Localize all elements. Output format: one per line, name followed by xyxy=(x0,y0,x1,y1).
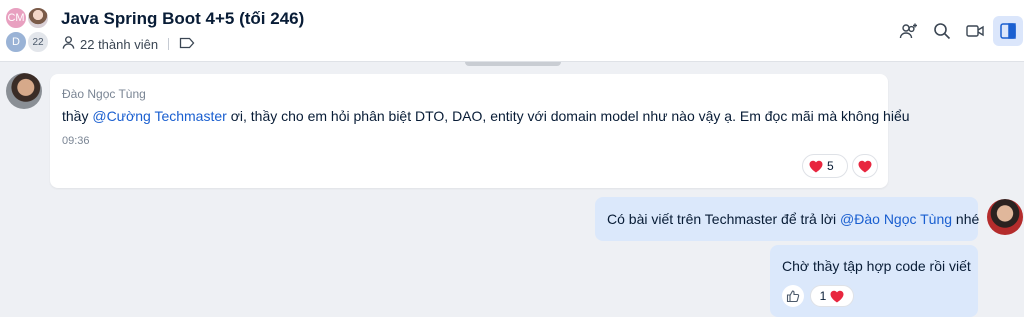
heart-icon xyxy=(830,290,844,303)
reaction-count: 1 xyxy=(819,289,827,303)
outgoing-message[interactable]: Chờ thầy tập hợp code rồi viết 1 xyxy=(770,245,978,317)
message-text: thầy @Cường Techmaster ơi, thầy cho em h… xyxy=(62,108,910,124)
member-info[interactable]: 22 thành viên xyxy=(61,35,195,53)
sender-name: Đào Ngọc Tùng xyxy=(62,87,146,101)
member-avatar-photo xyxy=(26,6,50,30)
add-member-button[interactable] xyxy=(894,16,924,46)
message-text: Chờ thầy tập hợp code rồi viết xyxy=(782,258,971,274)
message-text-part: thầy xyxy=(62,108,93,124)
member-avatar: CM xyxy=(4,6,28,30)
reaction-summary[interactable]: 5 xyxy=(802,154,848,178)
reaction-summary[interactable]: 1 xyxy=(810,285,854,307)
group-title: Java Spring Boot 4+5 (tối 246) xyxy=(61,9,305,28)
outgoing-message[interactable]: Có bài viết trên Techmaster để trả lời @… xyxy=(595,197,979,241)
video-camera-icon xyxy=(966,25,984,37)
like-button[interactable] xyxy=(782,285,804,307)
message-time: 09:36 xyxy=(62,135,90,147)
message-text-part: ơi, thầy cho em hỏi phân biệt DTO, DAO, … xyxy=(226,108,910,124)
mention-link[interactable]: @Đào Ngọc Tùng xyxy=(840,211,952,227)
heart-icon xyxy=(858,160,872,173)
react-heart-button[interactable] xyxy=(852,154,878,178)
search-icon xyxy=(934,23,951,40)
tag-icon[interactable] xyxy=(179,37,195,52)
sender-avatar[interactable] xyxy=(6,73,42,109)
reaction-count: 5 xyxy=(827,159,834,173)
chat-header: CM D 22 Java Spring Boot 4+5 (tối 246) 2… xyxy=(0,0,1024,62)
scroll-indicator[interactable] xyxy=(465,62,561,66)
mention-link[interactable]: @Cường Techmaster xyxy=(92,108,226,124)
message-text-part: nhé xyxy=(952,211,980,227)
member-count-label: 22 thành viên xyxy=(80,36,159,52)
add-user-icon xyxy=(899,23,917,39)
member-avatar: D xyxy=(4,30,28,54)
person-icon xyxy=(61,35,76,53)
message-text: Có bài viết trên Techmaster để trả lời @… xyxy=(607,211,979,227)
video-call-button[interactable] xyxy=(960,16,990,46)
message-text-part: Có bài viết trên Techmaster để trả lời xyxy=(607,211,841,227)
heart-icon xyxy=(809,160,823,173)
my-avatar[interactable] xyxy=(987,199,1023,235)
search-button[interactable] xyxy=(927,16,957,46)
incoming-message[interactable]: Đào Ngọc Tùng thầy @Cường Techmaster ơi,… xyxy=(50,74,910,188)
side-panel-icon xyxy=(1000,23,1016,39)
group-avatar[interactable]: CM D 22 xyxy=(4,6,52,56)
thumbs-up-icon xyxy=(786,290,800,303)
toggle-info-panel-button[interactable] xyxy=(993,16,1023,46)
divider xyxy=(168,38,170,50)
member-count-badge: 22 xyxy=(26,30,50,54)
